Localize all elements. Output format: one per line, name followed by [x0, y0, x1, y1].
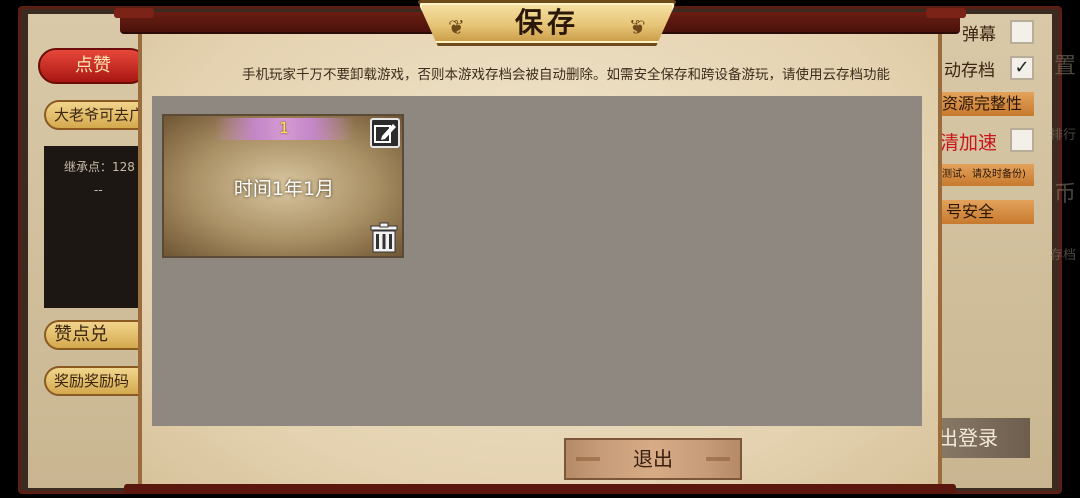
coin-side-icon[interactable]: 币: [1054, 176, 1076, 208]
backup-note: 测试、请及时备份): [936, 164, 1034, 186]
save-dialog: ❦ ❦ 保存 手机玩家千万不要卸载游戏，否则本游戏存档会被自动删除。如需安全保存…: [114, 0, 966, 494]
exit-button[interactable]: 退出: [564, 438, 742, 480]
save-slot[interactable]: 1 时间1年1月: [162, 114, 404, 258]
accel-checkbox[interactable]: [1010, 128, 1034, 152]
danmaku-label: 弹幕: [962, 25, 996, 45]
account-security-button[interactable]: 号安全: [940, 200, 1034, 224]
slot-number: 1: [279, 119, 289, 137]
save-side-icon[interactable]: 存档: [1050, 244, 1076, 263]
autosave-checkbox[interactable]: ✓: [1010, 56, 1034, 80]
ranking-side-icon[interactable]: 排行: [1050, 124, 1076, 143]
resource-integrity-button[interactable]: 资源完整性: [936, 92, 1034, 116]
edit-icon[interactable]: [370, 118, 400, 148]
settings-side-icon[interactable]: 置: [1054, 48, 1076, 80]
uninstall-warning: 手机玩家千万不要卸载游戏，否则本游戏存档会被自动删除。如需安全保存和跨设备游玩，…: [242, 67, 890, 83]
slot-game-time: 时间1年1月: [233, 178, 335, 200]
inherit-points-label: 继承点：128: [64, 160, 135, 174]
save-slot-area: 1 时间1年1月: [152, 96, 922, 426]
dialog-bottom-bar: [124, 484, 956, 494]
dialog-title: 保存: [514, 6, 579, 39]
title-plate: ❦ ❦ 保存: [417, 0, 677, 46]
danmaku-checkbox[interactable]: [1010, 20, 1034, 44]
trash-icon[interactable]: [368, 222, 400, 254]
autosave-label: 动存档: [944, 61, 995, 81]
